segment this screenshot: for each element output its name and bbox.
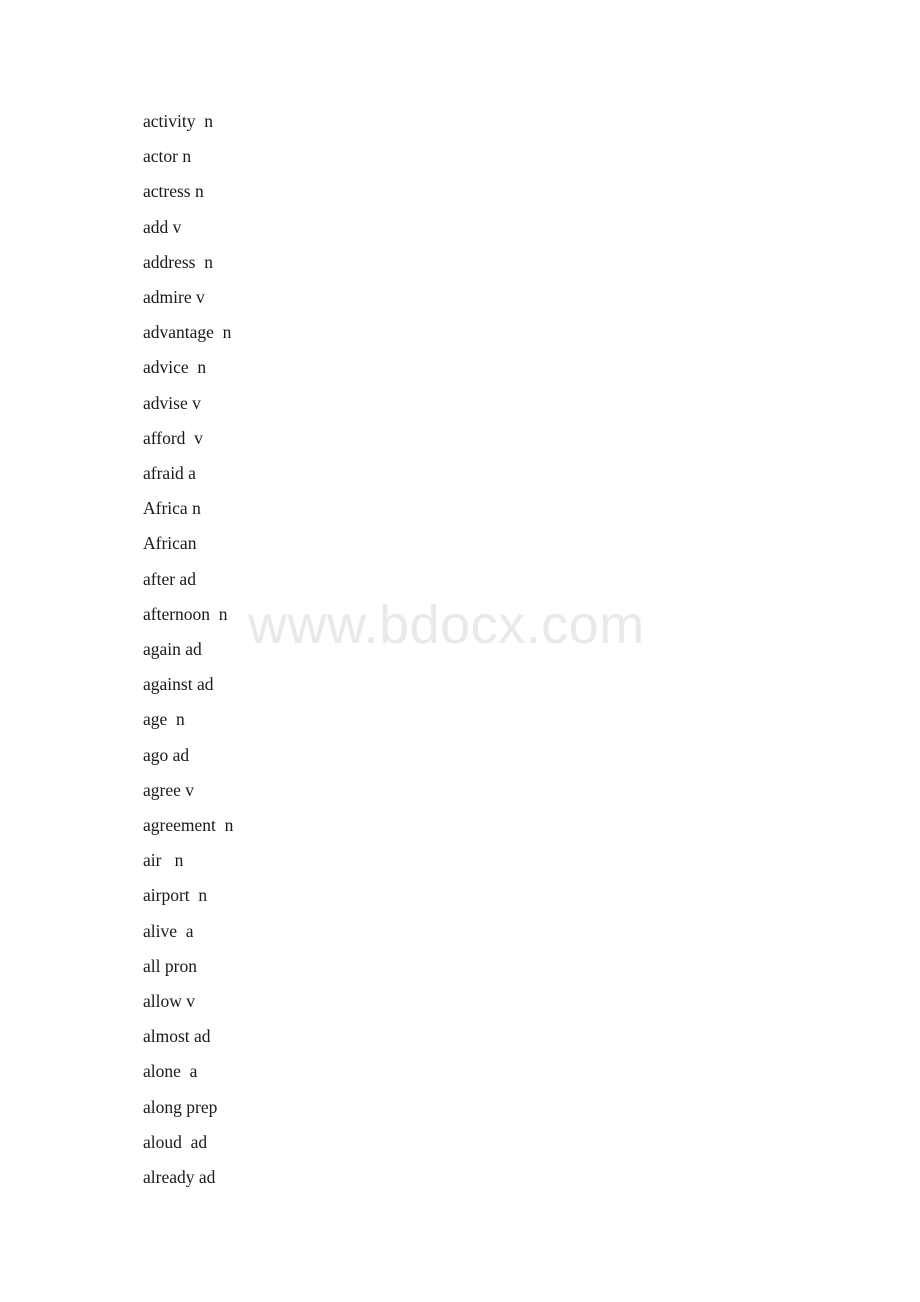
word-entry: activity n	[143, 111, 213, 131]
word-entry: alive a	[143, 920, 194, 941]
watermark-text: www.bdocx.com	[248, 595, 645, 655]
word-entry: actress n	[143, 181, 204, 202]
word-entry: address n	[143, 251, 213, 272]
word-entry: aloud ad	[143, 1131, 208, 1152]
word-entry: add v	[143, 216, 182, 237]
word-entry: alone a	[143, 1061, 198, 1082]
word-entry: against ad	[143, 674, 214, 695]
word-entry: airport n	[143, 885, 208, 906]
word-entry: age n	[143, 709, 185, 730]
word-entry: advise v	[143, 392, 201, 413]
word-entry: along prep	[143, 1096, 218, 1117]
word-entry: afraid a	[143, 463, 196, 484]
word-entry: agree v	[143, 779, 195, 800]
word-entry: admire v	[143, 287, 205, 308]
word-entry: African	[143, 533, 197, 554]
word-entry: air n	[143, 850, 184, 871]
word-entry: allow v	[143, 991, 196, 1012]
word-entry: all pron	[143, 955, 197, 976]
word-entry: advice n	[143, 357, 207, 378]
word-entry: advantage n	[143, 322, 232, 343]
word-entry: afternoon n	[143, 603, 228, 624]
word-entry: afford v	[143, 427, 203, 448]
word-entry: almost ad	[143, 1026, 211, 1047]
word-entry: agreement n	[143, 815, 234, 836]
word-entry: again ad	[143, 639, 202, 660]
document-page: www.bdocx.com activity n actor n actress…	[0, 0, 920, 1302]
word-entry: ago ad	[143, 744, 190, 765]
word-entry: after ad	[143, 568, 196, 589]
word-entry: already ad	[143, 1167, 216, 1188]
word-entry: Africa n	[143, 498, 201, 519]
vocabulary-word-list: activity n actor n actress n add v addre…	[143, 104, 233, 1195]
word-entry: actor n	[143, 146, 192, 167]
